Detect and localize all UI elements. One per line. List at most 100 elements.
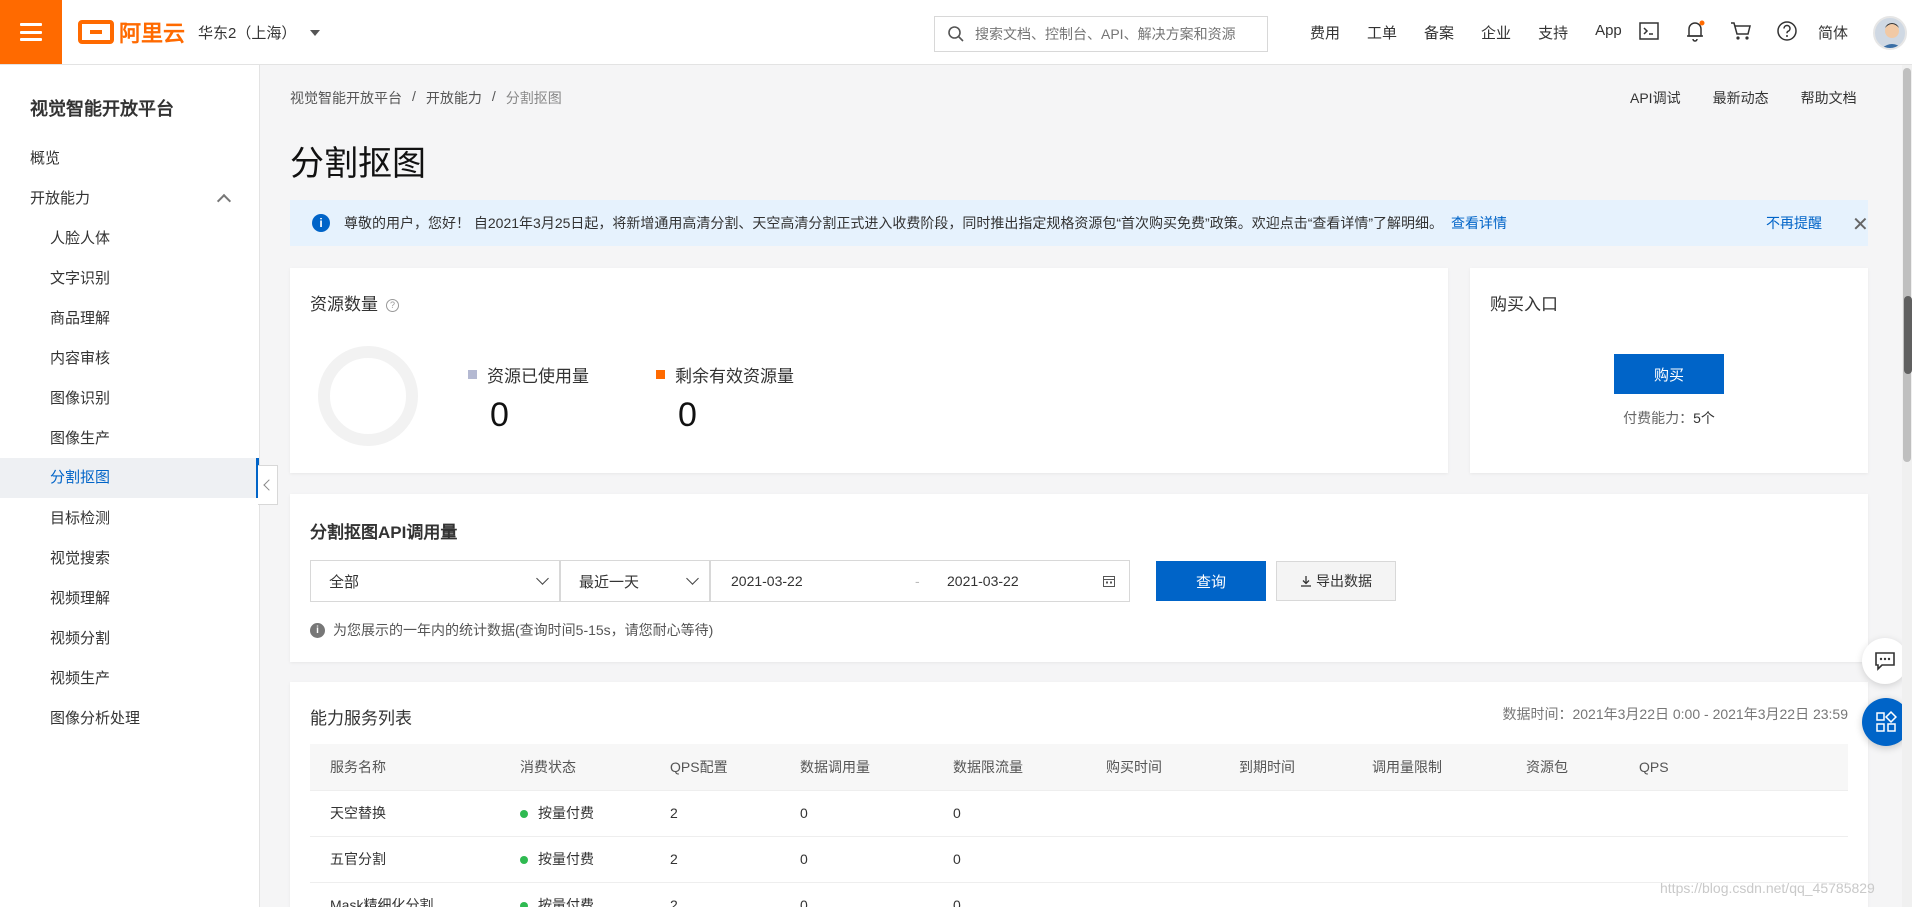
api-debug-link[interactable]: API调试 xyxy=(1630,88,1681,108)
breadcrumb-current: 分割抠图 xyxy=(505,90,562,106)
resource-pack xyxy=(1506,790,1619,837)
consumption-status: 按量付费 xyxy=(500,882,650,907)
side-handle[interactable] xyxy=(1904,296,1912,374)
legend-remaining: 剩余有效资源量 xyxy=(656,362,794,387)
terminal-icon[interactable] xyxy=(1636,18,1662,44)
sidebar-item-overview[interactable]: 概览 xyxy=(0,140,259,178)
service-filter-value: 全部 xyxy=(329,573,360,591)
sidebar-item-segmentation[interactable]: 分割抠图 xyxy=(0,458,259,498)
close-icon[interactable]: ✕ xyxy=(1852,212,1869,237)
aliyun-logo[interactable]: 阿里云 xyxy=(78,18,185,46)
expire-time xyxy=(1219,882,1352,907)
call-count: 0 xyxy=(780,790,933,837)
language-switch[interactable]: 简体 xyxy=(1818,22,1848,43)
legend-remaining-swatch xyxy=(656,370,665,379)
buy-button[interactable]: 购买 xyxy=(1614,354,1724,394)
start-date[interactable]: 2021-03-22 xyxy=(731,573,803,589)
bell-icon[interactable] xyxy=(1682,18,1708,44)
sidebar-item-ocr[interactable]: 文字识别 xyxy=(0,260,259,298)
column-header: QPS xyxy=(1619,744,1848,791)
call-limit xyxy=(1352,882,1506,907)
notice-dismiss-link[interactable]: 不再提醒 xyxy=(1766,213,1822,233)
global-search[interactable] xyxy=(934,16,1268,52)
hint-text: 为您展示的一年内的统计数据(查询时间5-15s，请您耐心等待) xyxy=(333,622,714,638)
service-filter-select[interactable]: 全部 xyxy=(310,560,560,602)
top-link-icp[interactable]: 备案 xyxy=(1424,22,1454,43)
sidebar-item-visual-search[interactable]: 视觉搜索 xyxy=(0,540,259,578)
table-row[interactable]: 五官分割 按量付费 2 0 0 xyxy=(310,836,1848,883)
breadcrumb-item[interactable]: 视觉智能开放平台 xyxy=(290,88,402,108)
chat-icon xyxy=(1875,652,1895,671)
qps-config: 2 xyxy=(650,836,780,883)
service-table: 服务名称 消费状态 QPS配置 数据调用量 数据限流量 购买时间 到期时间 调用… xyxy=(310,744,1848,907)
used-value: 0 xyxy=(490,396,509,434)
table-row[interactable]: 天空替换 按量付费 2 0 0 xyxy=(310,790,1848,837)
consumption-status: 按量付费 xyxy=(500,790,650,837)
table-header-row: 服务名称 消费状态 QPS配置 数据调用量 数据限流量 购买时间 到期时间 调用… xyxy=(310,744,1848,791)
column-header: 数据限流量 xyxy=(933,744,1086,791)
column-header: 购买时间 xyxy=(1086,744,1219,791)
sidebar-item-video-segmentation[interactable]: 视频分割 xyxy=(0,620,259,658)
help-icon[interactable] xyxy=(1774,18,1800,44)
logo-text: 阿里云 xyxy=(119,21,186,46)
sidebar-item-product-understanding[interactable]: 商品理解 xyxy=(0,300,259,338)
sidebar-item-video-production[interactable]: 视频生产 xyxy=(0,660,259,698)
sidebar-collapse-toggle[interactable] xyxy=(258,465,278,505)
sidebar-item-video-understanding[interactable]: 视频理解 xyxy=(0,580,259,618)
purchase-time xyxy=(1086,882,1219,907)
sidebar-item-label: 开放能力 xyxy=(30,190,91,207)
top-link-tickets[interactable]: 工单 xyxy=(1367,22,1397,43)
status-dot-icon xyxy=(520,856,528,865)
scrollbar-thumb[interactable] xyxy=(1903,68,1911,462)
throttled-count: 0 xyxy=(933,836,1086,883)
region-selector[interactable]: 华东2（上海） xyxy=(198,22,321,43)
help-docs-link[interactable]: 帮助文档 xyxy=(1801,88,1857,108)
breadcrumb-item[interactable]: 开放能力 xyxy=(426,88,482,108)
query-hint: i 为您展示的一年内的统计数据(查询时间5-15s，请您耐心等待) xyxy=(310,620,713,640)
region-label: 华东2（上海） xyxy=(198,25,297,42)
purchase-time xyxy=(1086,790,1219,837)
query-button[interactable]: 查询 xyxy=(1156,561,1266,601)
top-link-enterprise[interactable]: 企业 xyxy=(1481,22,1511,43)
period-select[interactable]: 最近一天 xyxy=(560,560,710,602)
sidebar-item-content-moderation[interactable]: 内容审核 xyxy=(0,340,259,378)
menu-button[interactable] xyxy=(0,0,62,64)
top-navigation-bar: 阿里云 华东2（上海） 费用 工单 备案 企业 支持 App 简体 xyxy=(0,0,1912,65)
info-icon: i xyxy=(310,622,325,638)
resource-title-text: 资源数量 xyxy=(310,295,378,314)
latest-news-link[interactable]: 最新动态 xyxy=(1713,88,1769,108)
search-input[interactable] xyxy=(975,26,1265,42)
date-range-picker[interactable]: 2021-03-22 - 2021-03-22 xyxy=(710,560,1130,602)
column-header: 消费状态 xyxy=(500,744,650,791)
sidebar-item-image-production[interactable]: 图像生产 xyxy=(0,420,259,458)
sidebar-item-face-body[interactable]: 人脸人体 xyxy=(0,220,259,258)
sidebar-title: 视觉智能开放平台 xyxy=(30,99,174,119)
sidebar-item-image-recognition[interactable]: 图像识别 xyxy=(0,380,259,418)
top-link-fees[interactable]: 费用 xyxy=(1310,22,1340,43)
sidebar-item-open-capabilities[interactable]: 开放能力 xyxy=(0,180,259,218)
chevron-down-icon xyxy=(686,572,699,585)
header-links: API调试 最新动态 帮助文档 xyxy=(1630,88,1857,108)
throttled-count: 0 xyxy=(933,790,1086,837)
notice-details-link[interactable]: 查看详情 xyxy=(1451,213,1507,233)
sidebar-item-object-detection[interactable]: 目标检测 xyxy=(0,500,259,538)
end-date[interactable]: 2021-03-22 xyxy=(947,573,1019,589)
cart-icon[interactable] xyxy=(1728,18,1754,44)
hamburger-icon xyxy=(20,23,42,41)
call-count: 0 xyxy=(780,882,933,907)
call-limit xyxy=(1352,836,1506,883)
calendar-icon[interactable] xyxy=(1103,575,1115,587)
resource-pack xyxy=(1506,836,1619,883)
user-avatar[interactable] xyxy=(1873,16,1907,50)
column-header: 数据调用量 xyxy=(780,744,933,791)
sidebar-item-image-analysis[interactable]: 图像分析处理 xyxy=(0,700,259,738)
table-row[interactable]: Mask精细化分割 按量付费 2 0 0 xyxy=(310,882,1848,907)
question-icon[interactable]: ? xyxy=(386,299,399,313)
export-data-button[interactable]: 导出数据 xyxy=(1276,561,1396,601)
top-link-support[interactable]: 支持 xyxy=(1538,22,1568,43)
throttled-count: 0 xyxy=(933,882,1086,907)
chevron-down-icon xyxy=(536,572,549,585)
top-link-app[interactable]: App xyxy=(1595,22,1622,43)
legend-used: 资源已使用量 xyxy=(468,362,589,387)
status-text: 按量付费 xyxy=(538,851,594,867)
